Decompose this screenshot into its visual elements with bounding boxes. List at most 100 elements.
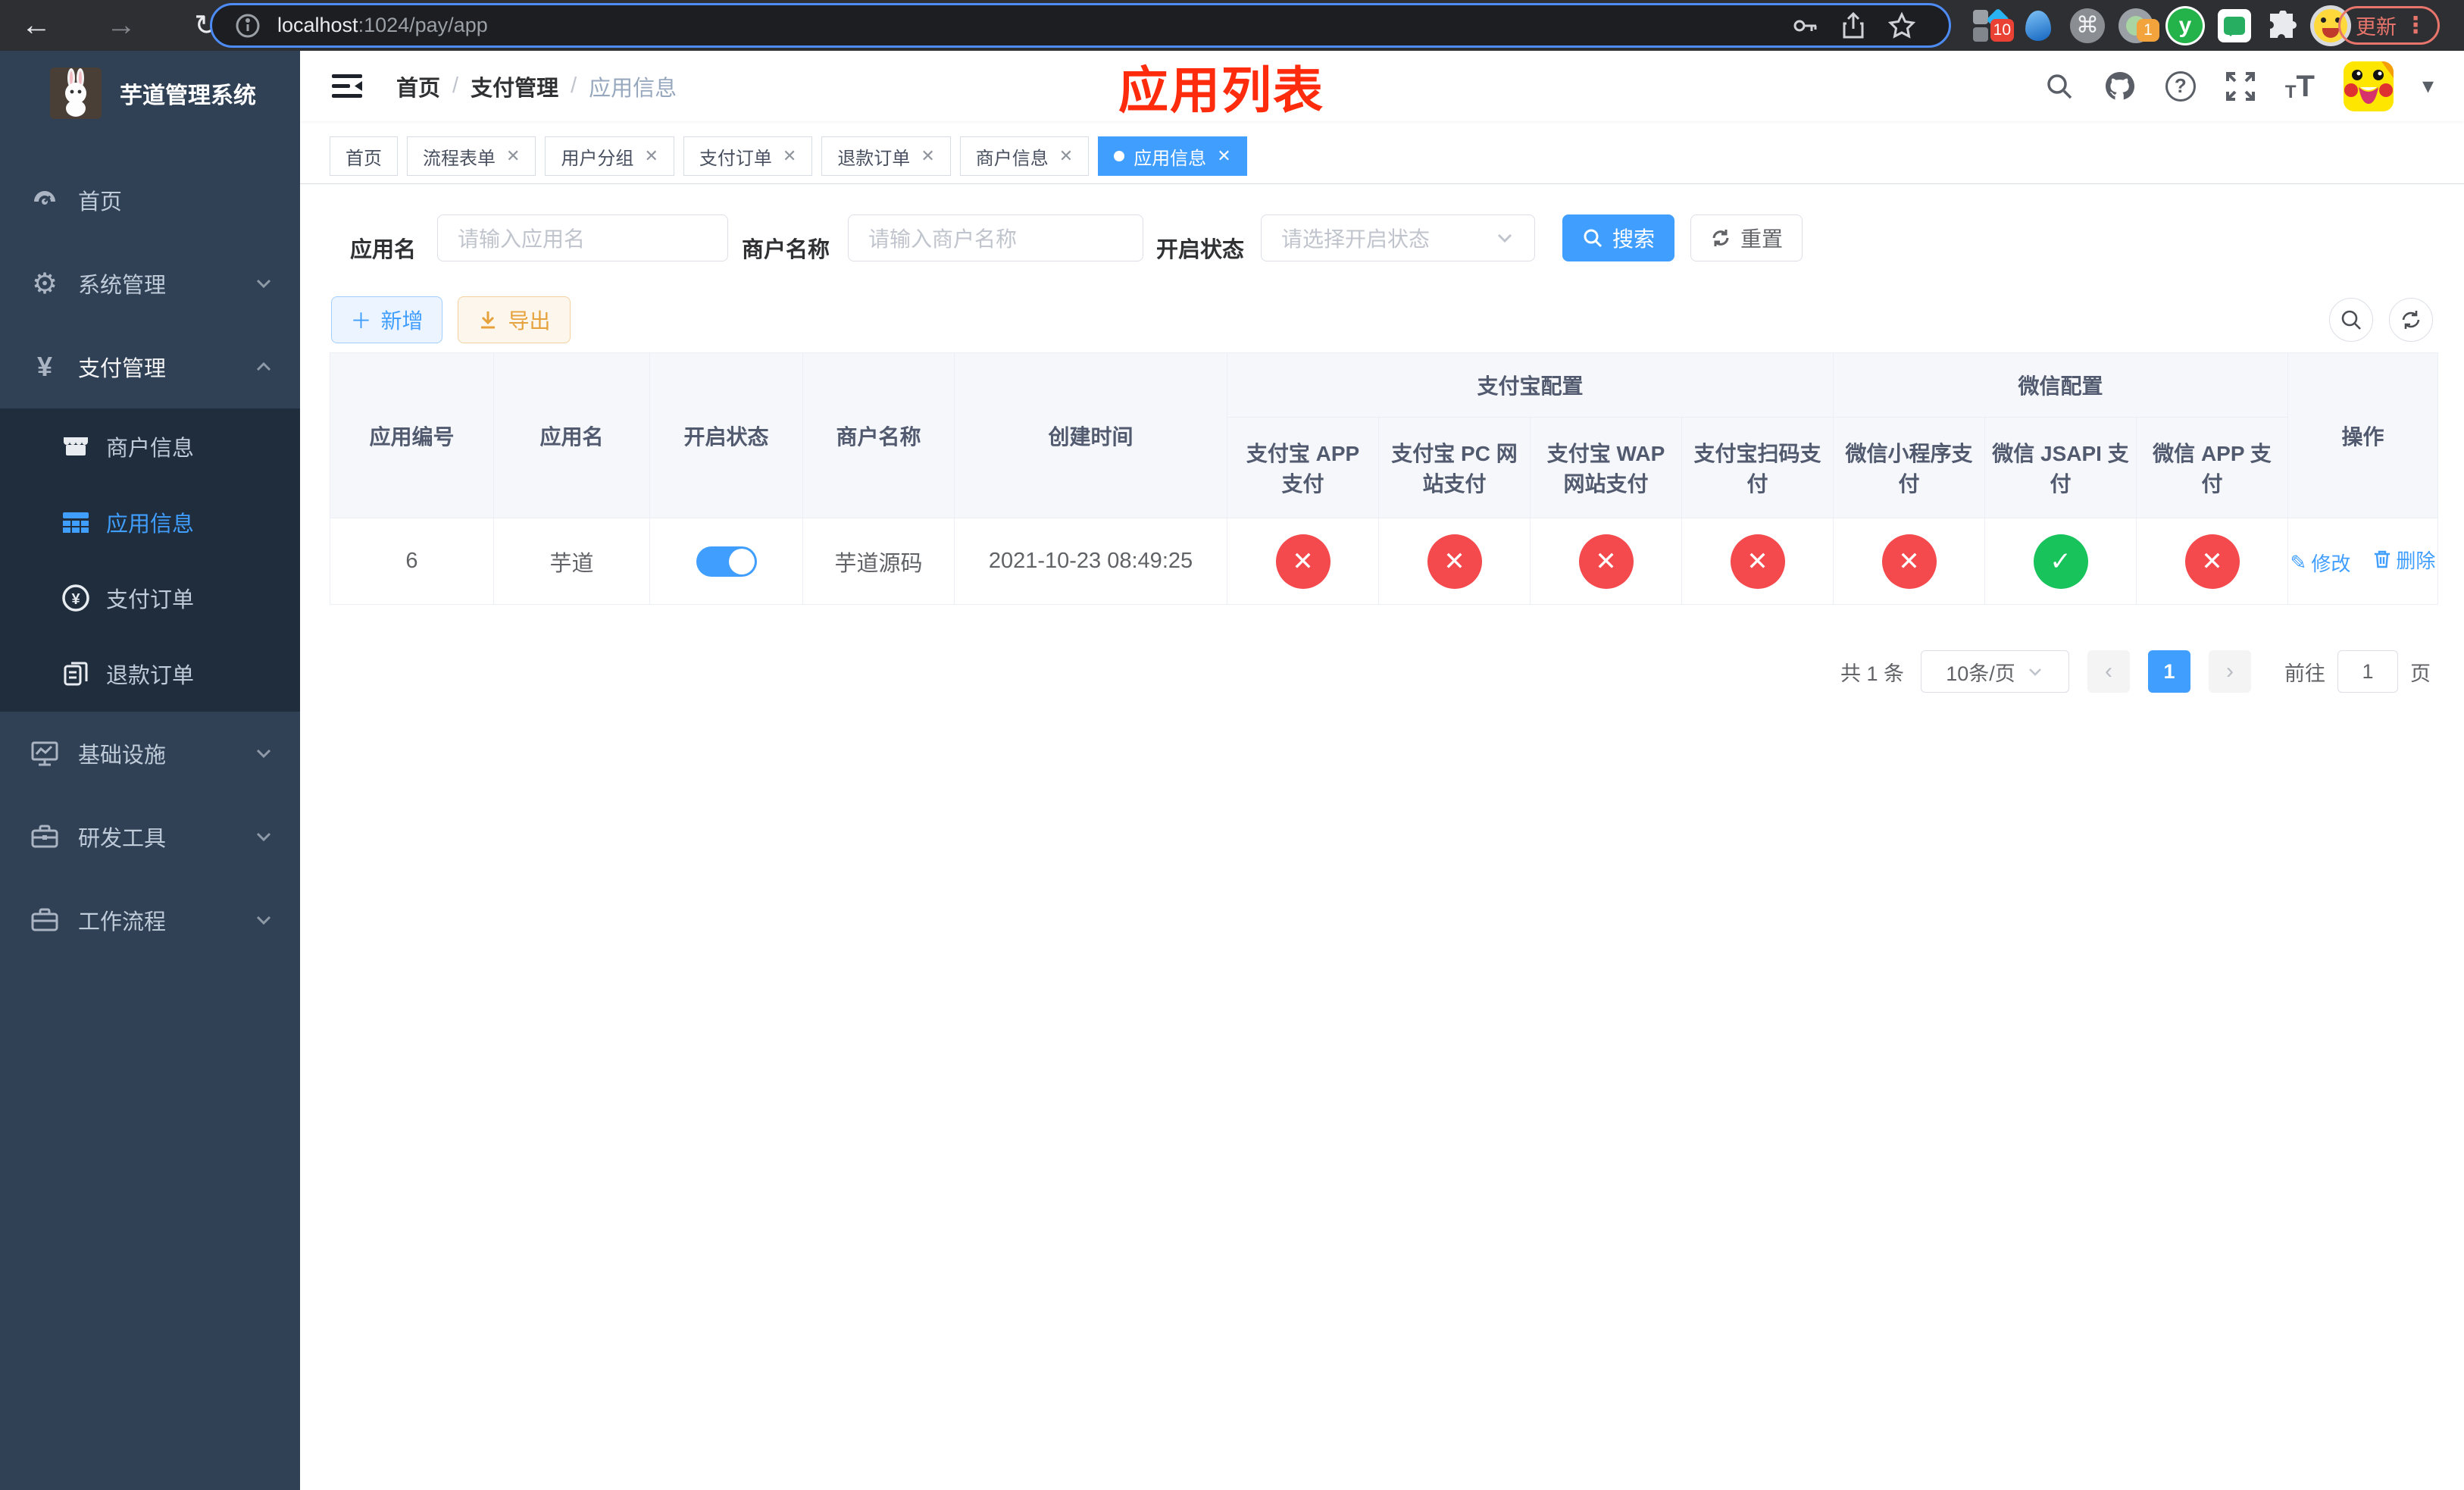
sidebar-item-merchant[interactable]: 商户信息 [0,408,300,484]
next-page-button[interactable]: › [2209,650,2251,693]
sidebar-item-refund[interactable]: 退款订单 [0,636,300,712]
bookmark-star-icon[interactable] [1878,11,1926,40]
user-avatar[interactable] [2343,61,2394,111]
logo-row[interactable]: 芋道管理系统 [0,51,300,119]
col-header-merchant: 商户名称 [802,352,955,518]
sidebar-item-label: 系统管理 [78,274,167,298]
share-icon[interactable] [1829,11,1878,39]
url-bar[interactable]: localhost:1024/pay/app [210,3,1951,48]
browser-back-icon[interactable]: ← [14,0,59,51]
show-search-toggle-button[interactable] [2329,298,2373,342]
topbar: 首页 / 支付管理 / 应用信息 应用列表 ? T T ▾ [300,51,2464,121]
status-check-icon: ✓ [2033,534,2088,589]
sidebar-item-pay[interactable]: ¥ 支付管理 [0,325,300,408]
chevron-down-icon [253,909,274,931]
tab-close-icon[interactable]: ✕ [1217,146,1230,166]
breadcrumb-home[interactable]: 首页 [396,70,440,102]
col-header-created: 创建时间 [954,352,1227,518]
sidebar-item-home[interactable]: 首页 [0,158,300,242]
monitor-icon [28,737,61,770]
tab-refund-order[interactable]: 退款订单 ✕ [821,136,951,176]
storefront-icon [59,430,92,463]
cell-wechat-jsapi: ✓ [1984,518,2137,605]
col-header-status: 开启状态 [649,352,803,518]
tab-close-icon[interactable]: ✕ [506,146,520,166]
breadcrumb-pay[interactable]: 支付管理 [471,70,558,102]
tab-flow-form[interactable]: 流程表单 ✕ [407,136,536,176]
export-button[interactable]: 导出 [458,296,571,343]
merchant-name-label: 商户名称 [742,238,830,262]
prev-page-button[interactable]: ‹ [2087,650,2130,693]
sidebar-item-appinfo[interactable]: 应用信息 [0,484,300,560]
site-info-icon[interactable] [235,13,261,39]
font-size-icon[interactable]: TT [2285,71,2315,102]
tab-close-icon[interactable]: ✕ [644,146,658,166]
active-tab-dot [1114,151,1125,161]
app-name-placeholder: 请输入应用名 [458,227,586,251]
delete-label: 删除 [2396,549,2436,572]
gear-icon: ⚙ [31,268,58,300]
chevron-down-icon [253,743,274,764]
extension-y-icon[interactable]: y [2162,0,2208,51]
extensions-puzzle-icon[interactable] [2261,0,2303,51]
extension-session-icon[interactable]: 1 [2114,0,2159,51]
cell-merchant: 芋道源码 [802,518,955,605]
extension-chat-icon[interactable] [2212,0,2256,51]
sidebar-item-system[interactable]: ⚙ 系统管理 [0,242,300,325]
browser-forward-icon[interactable]: → [98,0,144,51]
search-icon [1584,229,1603,248]
tab-close-icon[interactable]: ✕ [783,146,796,166]
sidebar-item-label: 工作流程 [78,910,167,934]
sidebar-item-workflow[interactable]: 工作流程 [0,878,300,962]
extension-sketch-icon[interactable]: 10 [1967,0,2014,51]
status-cross-icon: ✕ [1275,534,1330,589]
browser-update-button[interactable]: 更新 ⋮ [2338,6,2440,45]
help-icon[interactable]: ? [2165,70,2196,102]
refresh-table-button[interactable] [2389,298,2433,342]
sidebar-item-infra[interactable]: 基础设施 [0,712,300,795]
tab-merchant-info[interactable]: 商户信息 ✕ [959,136,1090,176]
status-toggle[interactable] [696,546,757,577]
tab-home[interactable]: 首页 [330,136,398,176]
header-search-icon[interactable] [2044,71,2075,102]
github-icon[interactable] [2103,70,2137,103]
merchant-name-placeholder: 请输入商户名称 [868,227,1018,251]
goto-page-input[interactable]: 1 [2337,650,2398,693]
sidebar-collapse-icon[interactable] [330,69,364,104]
page-size-select[interactable]: 10条/页 [1921,650,2069,693]
sidebar-nav: 首页 ⚙ 系统管理 ¥ 支付管理 商户信息 应用信息 ¥ 支付订单 退款订单 基… [0,158,300,962]
reset-button[interactable]: 重置 [1690,214,1803,261]
delete-link[interactable]: 删除 [2373,546,2435,574]
page-number-1[interactable]: 1 [2148,650,2190,693]
search-button[interactable]: 搜索 [1562,214,1674,261]
browser-menu-dots-icon[interactable]: ⋮ [2404,12,2427,39]
url-text[interactable]: localhost:1024/pay/app [277,14,1781,37]
fullscreen-icon[interactable] [2225,70,2256,102]
url-path: :1024/pay/app [358,14,488,36]
status-cross-icon: ✕ [2184,534,2240,589]
edit-link[interactable]: ✎ 修改 [2290,549,2351,577]
status-select[interactable]: 请选择开启状态 [1261,214,1535,261]
breadcrumb-separator: / [452,74,459,98]
sidebar-item-devtool[interactable]: 研发工具 [0,795,300,878]
sidebar-item-payorder[interactable]: ¥ 支付订单 [0,560,300,636]
password-key-icon[interactable] [1781,12,1829,39]
tab-pay-order[interactable]: 支付订单 ✕ [683,136,813,176]
tab-user-group[interactable]: 用户分组 ✕ [545,136,674,176]
search-label: 搜索 [1612,227,1655,251]
status-cross-icon: ✕ [1578,534,1634,589]
app-title: 芋道管理系统 [120,83,256,108]
tab-app-info[interactable]: 应用信息 ✕ [1098,136,1247,176]
extension-command-icon[interactable]: ⌘ [2065,0,2109,51]
tab-close-icon[interactable]: ✕ [921,146,934,166]
caret-down-icon[interactable]: ▾ [2422,73,2434,99]
page-size-value: 10条/页 [1946,662,2015,685]
tab-close-icon[interactable]: ✕ [1059,146,1073,166]
col-header-alipay-app: 支付宝 APP 支付 [1227,417,1379,518]
app-name-input[interactable]: 请输入应用名 [437,214,728,261]
add-button[interactable]: ＋ 新增 [331,296,442,343]
col-header-wechat-jsapi: 微信 JSAPI 支付 [1984,417,2137,518]
merchant-name-input[interactable]: 请输入商户名称 [848,214,1143,261]
extension-gem-icon[interactable] [2017,0,2059,51]
export-label: 导出 [508,309,551,333]
